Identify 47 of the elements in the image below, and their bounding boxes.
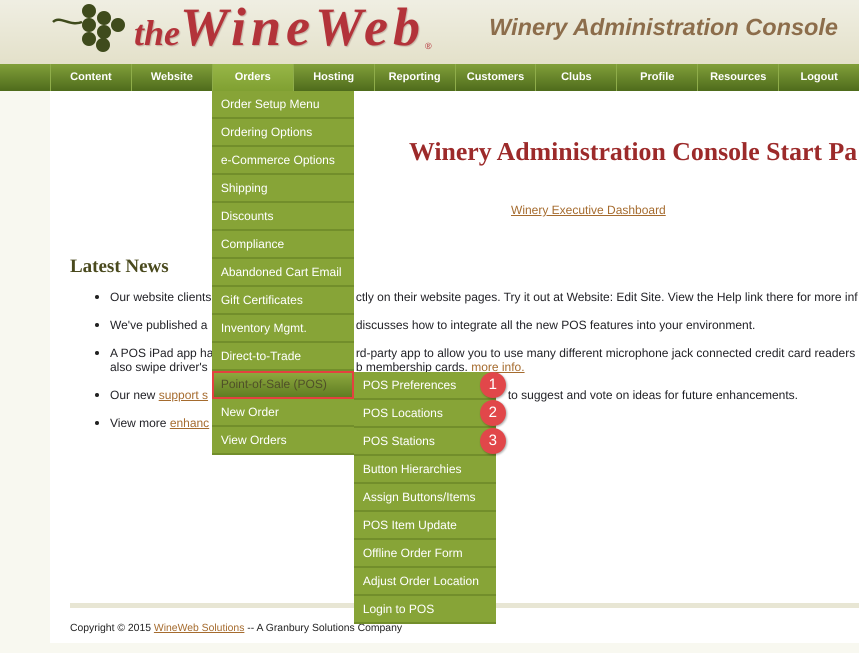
menu-item[interactable]: Point-of-Sale (POS) (212, 371, 354, 399)
news-text: ctly on their website pages. Try it out at Website: Edit Site. View the Help link there for more inf (356, 291, 858, 303)
registered-mark: ® (425, 41, 432, 51)
submenu-item[interactable]: POS Item Update (354, 512, 496, 540)
news-link[interactable]: more info. (471, 360, 525, 374)
footer-link[interactable]: WineWeb Solutions (154, 623, 244, 634)
copyright-text: Copyright © 2015 WineWeb Solutions -- A Granbury Solutions Company (70, 623, 404, 635)
menu-item[interactable]: Abandoned Cart Email (212, 259, 354, 287)
submenu-item[interactable]: Login to POS (354, 596, 496, 624)
menu-item[interactable]: e-Commerce Options (212, 147, 354, 175)
submenu-item[interactable]: Offline Order Form (354, 540, 496, 568)
news-link[interactable]: support s (158, 388, 208, 402)
menu-item[interactable]: Order Setup Menu (212, 91, 354, 119)
menu-item[interactable]: View Orders (212, 427, 354, 455)
news-text: Our website clients (110, 291, 212, 303)
submenu-item[interactable]: Button Hierarchies (354, 456, 496, 484)
bullet-icon (95, 323, 99, 327)
menu-item[interactable]: Shipping (212, 175, 354, 203)
news-link[interactable]: enhanc (170, 416, 210, 430)
submenu-item[interactable]: Assign Buttons/Items (354, 484, 496, 512)
menu-item[interactable]: Compliance (212, 231, 354, 259)
news-text: rd-party app to allow you to use many different microphone jack connected credit card readers (356, 347, 856, 359)
news-text: View more enhanc (110, 417, 210, 429)
menu-item[interactable]: New Order (212, 399, 354, 427)
menu-item[interactable]: Inventory Mgmt. (212, 315, 354, 343)
news-text: Our new support s (110, 389, 208, 401)
menu-item[interactable]: Discounts (212, 203, 354, 231)
news-text: We've published a (110, 319, 208, 331)
console-title: Winery Administration Console (489, 13, 838, 42)
menu-item[interactable]: Ordering Options (212, 119, 354, 147)
dashboard-link[interactable]: Winery Executive Dashboard (511, 202, 666, 218)
menu-item[interactable]: Direct-to-Trade (212, 343, 354, 371)
bullet-icon (95, 351, 99, 355)
news-text: discusses how to integrate all the new POS features into your environment. (356, 319, 756, 331)
bullet-icon (95, 421, 99, 425)
news-text: also swipe driver's (110, 361, 208, 373)
news-text: b membership cards. more info. (356, 361, 525, 373)
logo-wordmark: theWineWeb (134, 2, 426, 52)
news-text: to suggest and vote on ideas for future enhancements. (508, 389, 798, 401)
nav-tab[interactable]: Orders (212, 64, 293, 91)
section-heading: Latest News (70, 257, 169, 277)
page-heading: Winery Administration Console Start Pa (409, 137, 858, 167)
submenu-item[interactable]: Adjust Order Location (354, 568, 496, 596)
grape-cluster-icon (52, 3, 128, 53)
bullet-icon (95, 393, 99, 397)
menu-item[interactable]: Gift Certificates (212, 287, 354, 315)
bullet-icon (95, 295, 99, 299)
